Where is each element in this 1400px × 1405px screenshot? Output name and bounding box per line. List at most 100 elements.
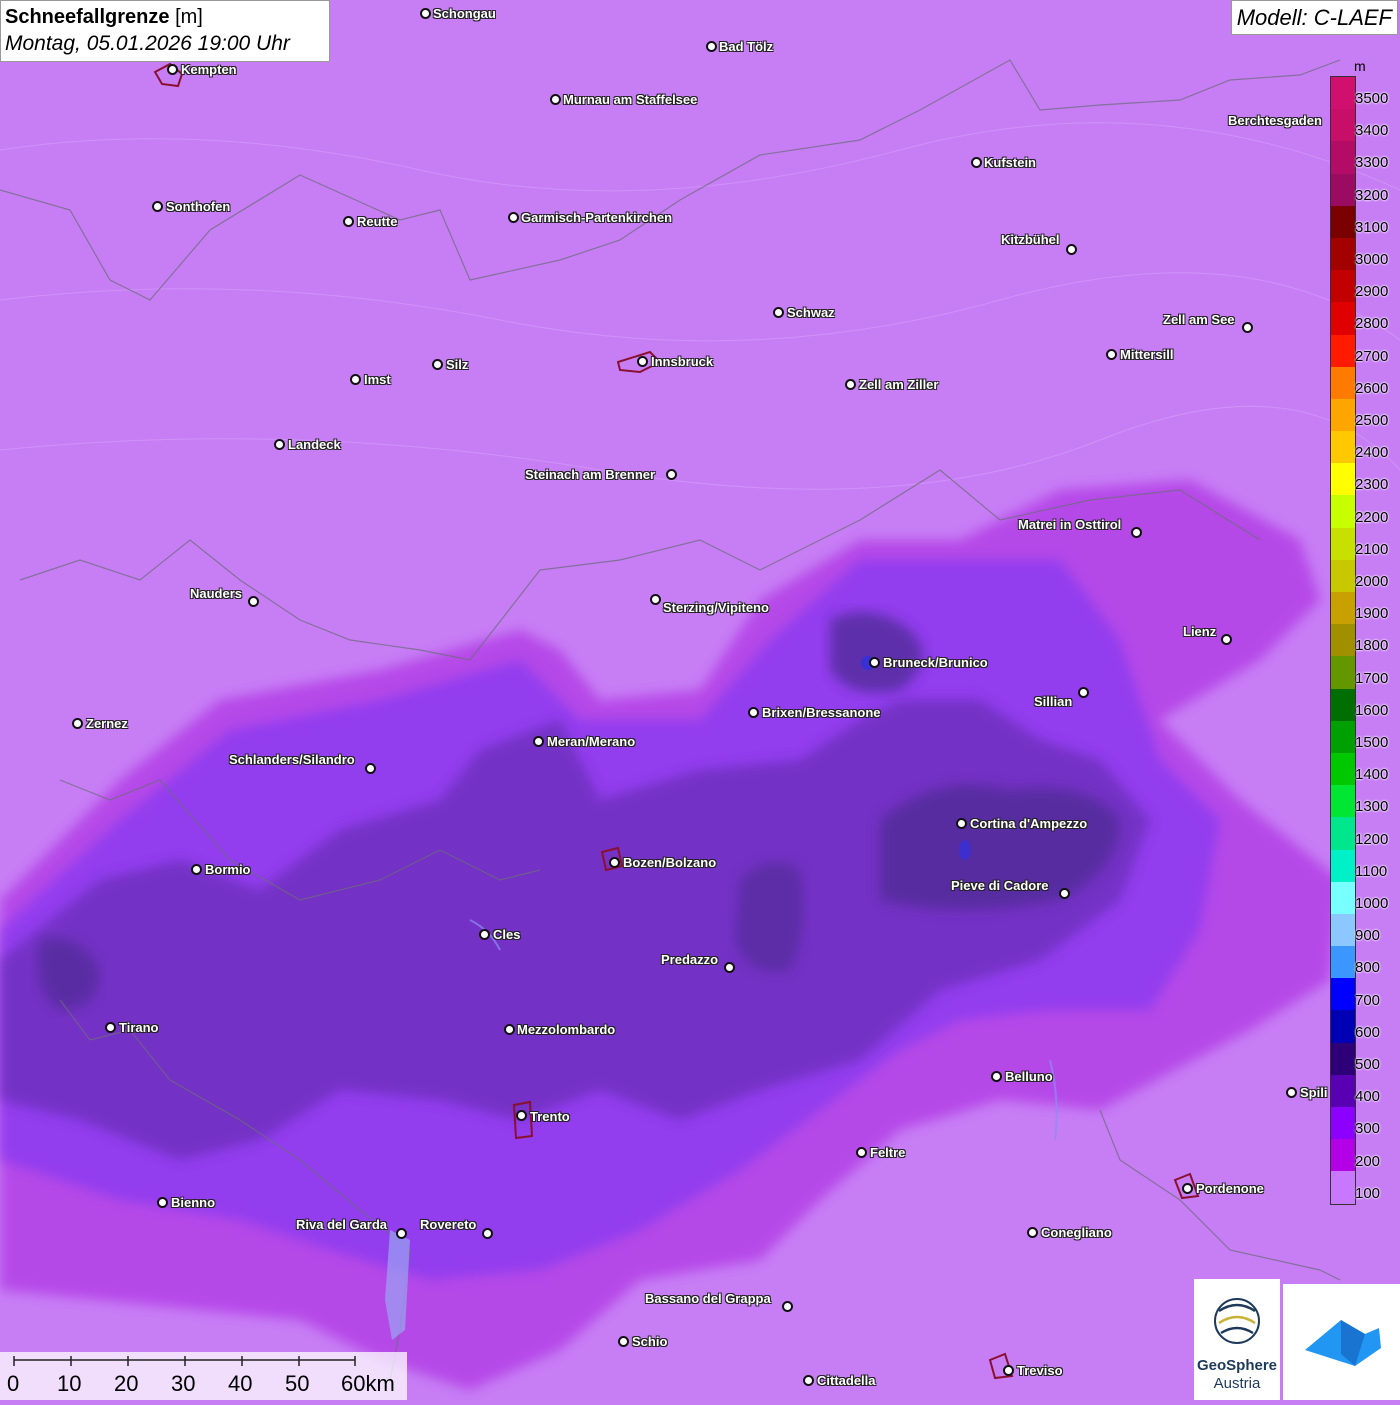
city-dot <box>365 763 376 774</box>
legend-label: 2100 <box>1355 540 1389 558</box>
city-dot <box>550 94 561 105</box>
legend-swatch <box>1331 881 1355 914</box>
legend-label: 2200 <box>1355 508 1389 526</box>
legend-swatch <box>1331 495 1355 528</box>
legend-label: 500 <box>1355 1056 1381 1073</box>
city-label: Zell am Ziller <box>859 377 939 392</box>
city-dot <box>1003 1365 1014 1376</box>
city-label: Pordenone <box>1196 1181 1264 1196</box>
city-label: Steinach am Brenner <box>525 467 656 482</box>
city-dot <box>1221 634 1232 645</box>
city-dot <box>971 157 982 168</box>
legend-label: 1200 <box>1355 830 1389 848</box>
city-dot <box>105 1022 116 1033</box>
legend-swatch <box>1331 366 1355 399</box>
city-dot <box>666 469 677 480</box>
city-dot <box>609 857 620 868</box>
city-dot <box>1078 687 1089 698</box>
weather-app-icon <box>1305 1320 1381 1366</box>
geosphere-country: Austria <box>1213 1375 1261 1392</box>
city-label: Matrei in Osttirol <box>1018 517 1122 532</box>
legend-swatch <box>1331 1171 1355 1204</box>
legend-label: 3400 <box>1355 122 1389 140</box>
legend-label: 100 <box>1355 1184 1381 1202</box>
city-dot <box>637 356 648 367</box>
city-label: Predazzo <box>661 952 719 967</box>
city-dot <box>618 1336 629 1347</box>
city-label: Tirano <box>119 1020 159 1035</box>
city-label: Mezzolombardo <box>517 1022 616 1037</box>
legend-swatch <box>1331 1010 1355 1043</box>
city-label: Berchtesgaden <box>1228 113 1322 128</box>
city-dot <box>482 1228 493 1239</box>
legend-label: 1700 <box>1355 669 1389 687</box>
legend-label: 3200 <box>1355 186 1389 204</box>
legend-swatch <box>1331 205 1355 238</box>
legend-label: 2000 <box>1355 573 1389 590</box>
city-label: Mittersill <box>1120 347 1174 362</box>
city-dot <box>869 657 880 668</box>
legend-swatch <box>1331 302 1355 335</box>
city-label: Kempten <box>181 62 237 77</box>
city-dot <box>343 216 354 227</box>
city-dot <box>650 594 661 605</box>
legend-label: 1100 <box>1355 862 1388 880</box>
city-dot <box>845 379 856 390</box>
city-label: Bruneck/Brunico <box>883 655 988 670</box>
legend-swatch <box>1331 1042 1355 1075</box>
scale-label: 40 <box>228 1371 253 1396</box>
legend-label: 1000 <box>1355 895 1389 912</box>
city-dot <box>803 1375 814 1386</box>
map-datetime: Montag, 05.01.2026 19:00 Uhr <box>5 32 290 55</box>
geosphere-emblem-icon <box>1214 1298 1260 1344</box>
legend-swatch <box>1331 785 1355 818</box>
city-label: Kufstein <box>984 155 1036 170</box>
legend-swatch <box>1331 431 1355 464</box>
legend-label: 800 <box>1355 959 1381 977</box>
legend-label: 3300 <box>1355 154 1389 172</box>
legend-label: 1600 <box>1355 701 1389 719</box>
legend-swatch <box>1331 141 1355 174</box>
legend-swatch <box>1331 1139 1355 1172</box>
city-dot <box>479 929 490 940</box>
legend-label: 1300 <box>1355 798 1389 816</box>
scale-label: 50 <box>285 1371 310 1396</box>
city-label: Bassano del Grappa <box>645 1291 771 1306</box>
city-label: Schio <box>632 1334 668 1349</box>
scale-label: 0 <box>7 1371 20 1396</box>
legend-label: 2600 <box>1355 379 1389 397</box>
city-label: Landeck <box>288 437 341 452</box>
city-dot <box>396 1228 407 1239</box>
legend-swatch <box>1331 559 1355 592</box>
legend-label: 1900 <box>1355 605 1389 623</box>
city-label: Garmisch-Partenkirchen <box>521 210 673 225</box>
legend-label: 2700 <box>1355 347 1389 365</box>
color-legend <box>1330 76 1356 1205</box>
legend-label: 2900 <box>1355 283 1389 301</box>
city-label: Zell am See <box>1163 312 1235 327</box>
legend-label: 2400 <box>1355 444 1389 462</box>
map-title-unit: [m] <box>175 6 203 28</box>
model-label: Modell: C-LAEF <box>1230 0 1398 35</box>
city-label: Pieve di Cadore <box>951 878 1049 893</box>
city-label: Sonthofen <box>166 199 231 214</box>
city-dot <box>157 1197 168 1208</box>
city-label: Lienz <box>1183 624 1217 639</box>
city-label: Bozen/Bolzano <box>623 855 717 870</box>
legend-label: 2800 <box>1355 315 1389 333</box>
city-label: Brixen/Bressanone <box>762 705 881 720</box>
city-label: Riva del Garda <box>296 1217 388 1232</box>
city-label: Zernez <box>86 716 128 731</box>
legend-swatch <box>1331 688 1355 721</box>
map-title: Schneefallgrenze <box>5 6 170 28</box>
legend-swatch <box>1331 77 1355 110</box>
city-label: Rovereto <box>420 1217 477 1232</box>
city-dot <box>248 596 259 607</box>
legend-swatch <box>1331 817 1355 850</box>
city-dot <box>748 707 759 718</box>
city-dot <box>350 374 361 385</box>
city-dot <box>432 359 443 370</box>
city-dot <box>706 41 717 52</box>
city-dot <box>274 439 285 450</box>
city-dot <box>1182 1183 1193 1194</box>
